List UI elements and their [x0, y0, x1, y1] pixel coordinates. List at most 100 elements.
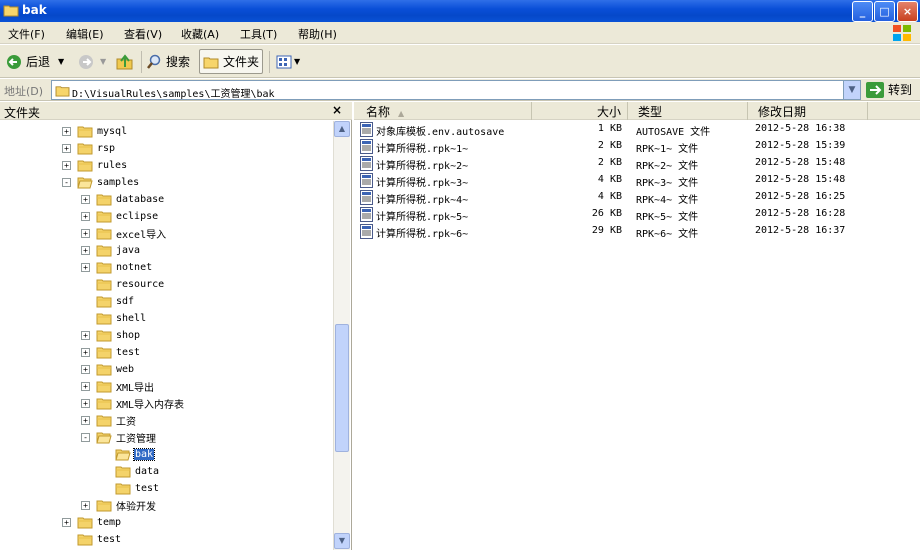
expand-icon[interactable]: +: [81, 348, 90, 357]
expand-icon[interactable]: +: [81, 263, 90, 272]
expand-icon[interactable]: +: [81, 246, 90, 255]
file-row[interactable]: 对象库模板.env.autosave 1 KB AUTOSAVE 文件 2012-5-…: [354, 121, 920, 138]
expand-icon[interactable]: +: [81, 212, 90, 221]
tree-node[interactable]: + XML导入内存表: [81, 395, 185, 412]
file-size: 2 KB: [597, 140, 622, 151]
tree-node-label: mysql: [97, 126, 128, 137]
tree-node-label: shell: [116, 313, 147, 324]
address-path: D:\VisualRules\samples\工资管理\bak: [72, 89, 275, 100]
expand-icon[interactable]: +: [81, 365, 90, 374]
expand-icon[interactable]: +: [62, 144, 71, 153]
tree-node[interactable]: + 工资: [81, 412, 137, 429]
file-row[interactable]: 计算所得税.rpk~5~ 26 KB RPK~5~ 文件 2012-5-28 16:2…: [354, 206, 920, 223]
folder-icon: [96, 227, 115, 240]
tree-node[interactable]: + notnet: [81, 259, 153, 276]
folders-button[interactable]: 文件夹: [199, 49, 264, 74]
forward-dropdown-icon[interactable]: ▼: [100, 57, 106, 66]
folder-icon: [96, 261, 115, 274]
tree-node[interactable]: + temp: [62, 514, 122, 531]
file-row[interactable]: 计算所得税.rpk~4~ 4 KB RPK~4~ 文件 2012-5-28 16:25: [354, 189, 920, 206]
expand-icon[interactable]: +: [62, 127, 71, 136]
back-button[interactable]: 后退 ▼: [6, 49, 64, 74]
expand-icon[interactable]: +: [81, 382, 90, 391]
tree-node[interactable]: data: [100, 463, 160, 480]
tree-node-label: test: [116, 347, 141, 358]
tree-node[interactable]: + database: [81, 191, 165, 208]
back-dropdown-icon[interactable]: ▼: [58, 57, 64, 66]
forward-button[interactable]: ▼: [78, 49, 106, 74]
collapse-icon[interactable]: -: [81, 433, 90, 442]
menu-tools[interactable]: 工具(T): [240, 26, 277, 42]
tree-node[interactable]: + rules: [62, 157, 128, 174]
scroll-up-icon[interactable]: ▲: [334, 121, 350, 137]
tree-scrollbar[interactable]: ▲ ▼: [333, 121, 350, 550]
tree-node[interactable]: + eclipse: [81, 208, 159, 225]
folder-icon: [77, 533, 96, 546]
tree-node[interactable]: test: [100, 480, 160, 497]
tree-node[interactable]: + rsp: [62, 140, 116, 157]
file-row[interactable]: 计算所得税.rpk~3~ 4 KB RPK~3~ 文件 2012-5-28 15:48: [354, 172, 920, 189]
close-pane-icon[interactable]: ×: [332, 103, 342, 117]
tree-node[interactable]: test: [62, 531, 122, 548]
tree-node-label: notnet: [116, 262, 153, 273]
scroll-thumb[interactable]: [335, 324, 349, 452]
tree-node[interactable]: bak: [100, 446, 156, 463]
tree-node[interactable]: sdf: [81, 293, 135, 310]
window-title: bak: [22, 3, 47, 17]
up-button[interactable]: [116, 49, 134, 74]
tree-node[interactable]: + mysql: [62, 123, 128, 140]
address-dropdown-icon[interactable]: ▼: [843, 81, 860, 99]
tree-node[interactable]: + java: [81, 242, 141, 259]
tree-node[interactable]: + shop: [81, 327, 141, 344]
menu-favorites[interactable]: 收藏(A): [181, 26, 219, 42]
file-icon: [360, 224, 373, 239]
tree-node[interactable]: - 工资管理: [81, 429, 157, 446]
expand-icon[interactable]: +: [81, 501, 90, 510]
expand-icon[interactable]: +: [81, 195, 90, 204]
tree-node[interactable]: + 体验开发: [81, 497, 157, 514]
menu-edit[interactable]: 编辑(E): [66, 26, 104, 42]
folder-icon: [96, 380, 115, 393]
tree-node[interactable]: shell: [81, 310, 147, 327]
collapse-icon[interactable]: -: [62, 178, 71, 187]
column-type[interactable]: 类型: [628, 102, 748, 120]
file-row[interactable]: 计算所得税.rpk~2~ 2 KB RPK~2~ 文件 2012-5-28 15:48: [354, 155, 920, 172]
folder-icon: [77, 159, 96, 172]
scroll-down-icon[interactable]: ▼: [334, 533, 350, 549]
expand-icon[interactable]: +: [81, 416, 90, 425]
views-dropdown-icon[interactable]: ▼: [294, 57, 300, 66]
file-modified: 2012-5-28 15:39: [755, 140, 846, 151]
maximize-button[interactable]: □: [874, 1, 895, 22]
views-button[interactable]: ▼: [276, 49, 300, 74]
go-button[interactable]: 转到: [866, 81, 912, 98]
tree-node[interactable]: + excel导入: [81, 225, 167, 242]
menu-view[interactable]: 查看(V): [124, 26, 162, 42]
file-name: 计算所得税.rpk~5~: [376, 212, 469, 223]
column-type-label: 类型: [638, 105, 663, 119]
tree-node[interactable]: - samples: [62, 174, 140, 191]
tree-node[interactable]: + test: [81, 344, 141, 361]
folder-icon: [77, 125, 96, 138]
file-type: RPK~2~ 文件: [636, 161, 699, 172]
expand-icon[interactable]: +: [81, 399, 90, 408]
column-modified[interactable]: 修改日期: [748, 102, 868, 120]
tree-node[interactable]: + web: [81, 361, 135, 378]
tree-node[interactable]: resource: [81, 276, 165, 293]
minimize-button[interactable]: _: [852, 1, 873, 22]
column-size[interactable]: 大小: [532, 102, 628, 120]
file-row[interactable]: 计算所得税.rpk~1~ 2 KB RPK~1~ 文件 2012-5-28 15:39: [354, 138, 920, 155]
expand-icon[interactable]: +: [62, 518, 71, 527]
address-input[interactable]: D:\VisualRules\samples\工资管理\bak ▼: [51, 80, 861, 100]
tree-node[interactable]: + XML导出: [81, 378, 155, 395]
expand-icon[interactable]: +: [62, 161, 71, 170]
close-button[interactable]: ×: [897, 1, 918, 22]
expand-icon[interactable]: +: [81, 229, 90, 238]
column-name[interactable]: 名称 ▲: [354, 102, 532, 120]
search-button[interactable]: 搜索: [146, 49, 190, 74]
file-row[interactable]: 计算所得税.rpk~6~ 29 KB RPK~6~ 文件 2012-5-28 16:3…: [354, 223, 920, 240]
menu-help[interactable]: 帮助(H): [298, 26, 337, 42]
expand-icon[interactable]: +: [81, 331, 90, 340]
file-name: 计算所得税.rpk~4~: [376, 195, 469, 206]
file-size: 1 KB: [597, 123, 622, 134]
menu-file[interactable]: 文件(F): [8, 26, 45, 42]
